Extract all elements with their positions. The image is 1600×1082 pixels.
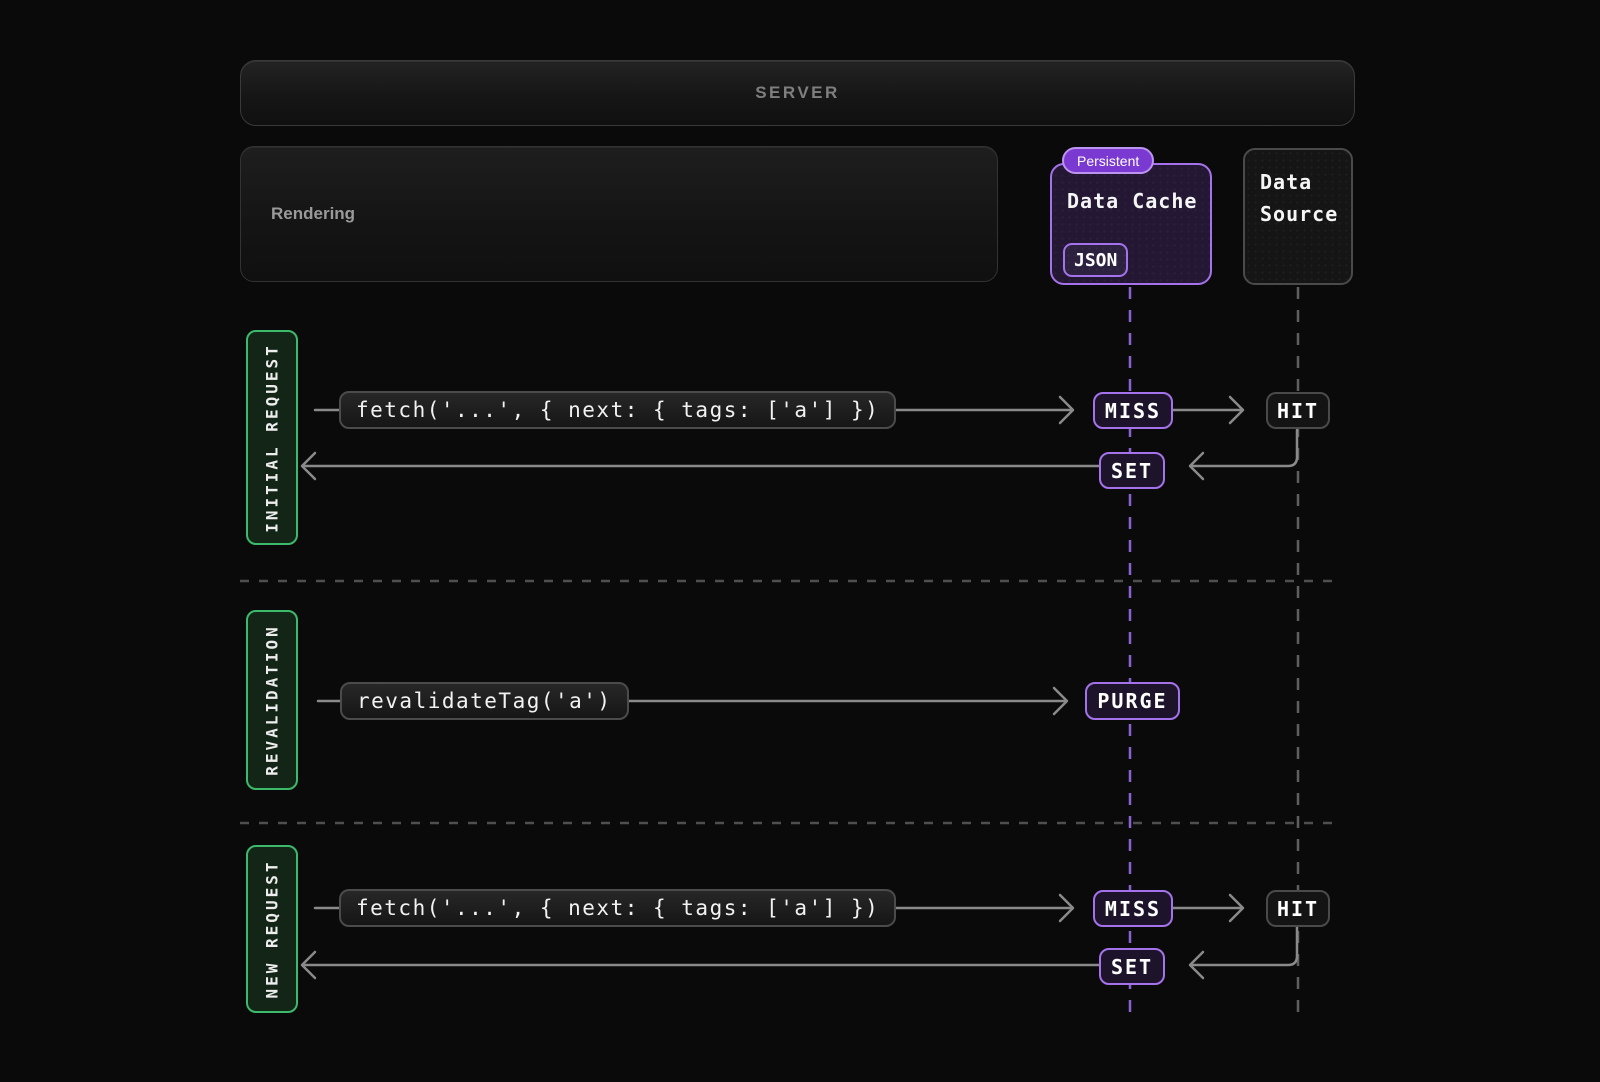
data-cache-title: Data Cache bbox=[1067, 189, 1197, 213]
set-badge-initial: SET bbox=[1099, 452, 1165, 489]
hit-badge-initial: HIT bbox=[1266, 392, 1330, 429]
json-badge: JSON bbox=[1063, 243, 1128, 277]
arrow-initial-hit-return bbox=[1192, 430, 1297, 466]
request-pill-revalidate-tag: revalidateTag('a') bbox=[340, 682, 629, 720]
data-source-title-line2: Source bbox=[1260, 198, 1351, 230]
data-source-title-line1: Data bbox=[1260, 166, 1351, 198]
request-pill-initial-fetch: fetch('...', { next: { tags: ['a'] }) bbox=[339, 391, 896, 429]
section-label-new-request: NEW REQUEST bbox=[246, 845, 298, 1013]
purge-badge: PURGE bbox=[1085, 682, 1180, 720]
section-label-initial-request: INITIAL REQUEST bbox=[246, 330, 298, 545]
hit-badge-new: HIT bbox=[1266, 890, 1330, 927]
section-label-revalidation-text: REVALIDATION bbox=[263, 624, 282, 776]
persistent-badge: Persistent bbox=[1062, 147, 1154, 174]
server-bar: SERVER bbox=[240, 60, 1355, 126]
miss-badge-initial: MISS bbox=[1093, 392, 1173, 429]
arrow-new-hit-return bbox=[1192, 927, 1297, 965]
diagram-canvas: SERVER Rendering Persistent Data Cache J… bbox=[0, 0, 1600, 1082]
server-label: SERVER bbox=[755, 83, 840, 103]
section-label-revalidation: REVALIDATION bbox=[246, 610, 298, 790]
section-label-initial-request-text: INITIAL REQUEST bbox=[263, 343, 282, 533]
rendering-box: Rendering bbox=[240, 146, 998, 282]
data-source-box: Data Source bbox=[1243, 148, 1353, 285]
section-label-new-request-text: NEW REQUEST bbox=[263, 860, 282, 999]
data-cache-box: Data Cache JSON bbox=[1050, 163, 1212, 285]
set-badge-new: SET bbox=[1099, 948, 1165, 985]
persistent-badge-label: Persistent bbox=[1077, 153, 1139, 169]
request-pill-new-fetch: fetch('...', { next: { tags: ['a'] }) bbox=[339, 889, 896, 927]
rendering-label: Rendering bbox=[271, 204, 355, 224]
miss-badge-new: MISS bbox=[1093, 890, 1173, 927]
